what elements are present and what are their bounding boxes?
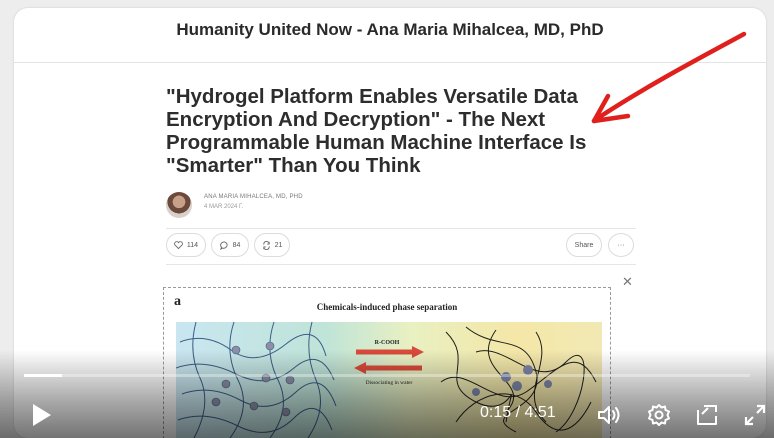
annotation-arrow <box>591 31 747 124</box>
video-frame[interactable]: Humanity United Now - Ana Maria Mihalcea… <box>0 0 774 438</box>
